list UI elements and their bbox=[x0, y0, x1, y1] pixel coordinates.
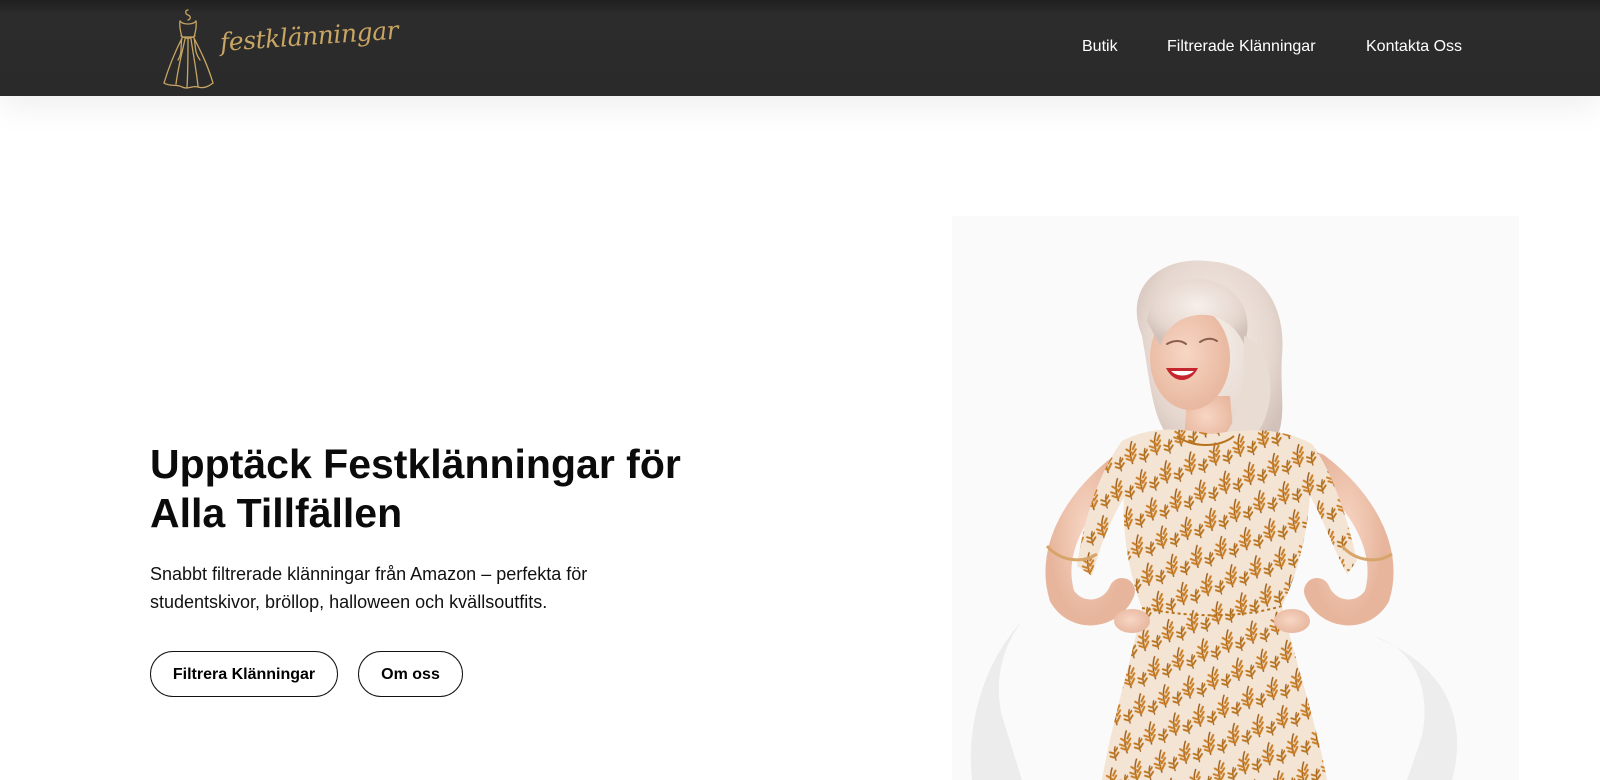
main-nav: Butik Filtrerade Klänningar Kontakta Oss bbox=[0, 38, 1600, 58]
nav-item-butik[interactable]: Butik bbox=[1082, 38, 1118, 56]
hero-title: Upptäck Festklänningar för Alla Tillfäll… bbox=[150, 441, 681, 536]
nav-item-filtrerade-klanningar[interactable]: Filtrerade Klänningar bbox=[1167, 38, 1316, 56]
hero-description: Snabbt filtrerade klänningar från Amazon… bbox=[150, 564, 588, 612]
about-us-button[interactable]: Om oss bbox=[358, 651, 463, 697]
hero-image bbox=[952, 216, 1519, 780]
site-header: festklänningar Butik Filtrerade Klänning… bbox=[0, 0, 1600, 96]
nav-item-kontakta-oss[interactable]: Kontakta Oss bbox=[1366, 38, 1462, 56]
filter-dresses-button[interactable]: Filtrera Klänningar bbox=[150, 651, 338, 697]
